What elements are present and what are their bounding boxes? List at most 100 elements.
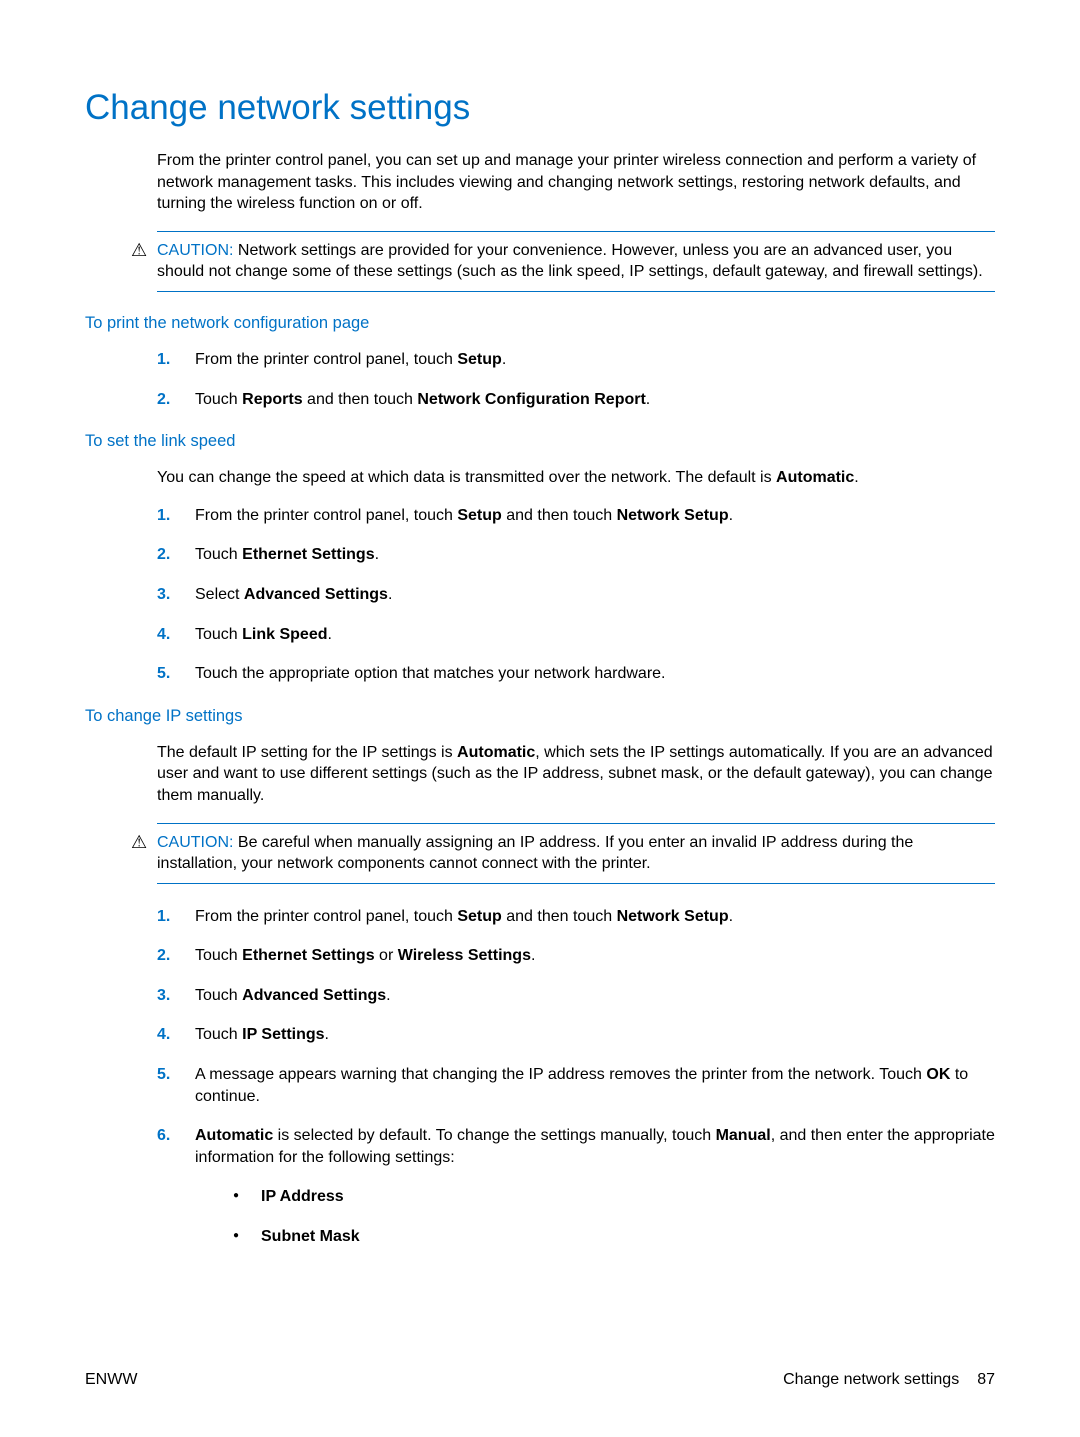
footer-section-name: Change network settings — [783, 1371, 959, 1389]
steps-list-2: 1. From the printer control panel, touch… — [157, 505, 995, 685]
caution-label: CAUTION: — [157, 242, 233, 259]
step-bold: Manual — [716, 1127, 771, 1144]
steps-list-3: 1. From the printer control panel, touch… — [157, 906, 995, 1248]
sub-item-text: IP Address — [261, 1188, 344, 1205]
list-item: 2. Touch Ethernet Settings or Wireless S… — [157, 945, 995, 967]
text: You can change the speed at which data i… — [157, 469, 776, 486]
step-number: 5. — [157, 663, 170, 685]
step-text: or — [375, 947, 398, 964]
step-text: . — [325, 1026, 329, 1043]
step-text: . — [531, 947, 535, 964]
page-footer: ENWW Change network settings 87 — [85, 1371, 995, 1389]
step-number: 1. — [157, 906, 170, 928]
footer-page-number: 87 — [977, 1371, 995, 1389]
section-heading-3: To change IP settings — [85, 707, 995, 726]
step-number: 6. — [157, 1125, 170, 1147]
sub-list-item: IP Address — [233, 1186, 995, 1208]
sub-item-text: Subnet Mask — [261, 1228, 360, 1245]
step-bold: IP Settings — [242, 1026, 324, 1043]
step-bold: Ethernet Settings — [242, 947, 374, 964]
list-item: 2. Touch Ethernet Settings. — [157, 544, 995, 566]
page-title: Change network settings — [85, 88, 995, 128]
list-item: 1. From the printer control panel, touch… — [157, 349, 995, 371]
list-item: 4. Touch Link Speed. — [157, 624, 995, 646]
footer-right: Change network settings 87 — [783, 1371, 995, 1389]
step-bold: Reports — [242, 391, 302, 408]
list-item: 4. Touch IP Settings. — [157, 1024, 995, 1046]
step-text: A message appears warning that changing … — [195, 1066, 926, 1083]
sub-list: IP Address Subnet Mask — [233, 1186, 995, 1247]
step-bold: Wireless Settings — [398, 947, 531, 964]
text: The default IP setting for the IP settin… — [157, 744, 457, 761]
step-text: . — [729, 507, 733, 524]
step-bold: OK — [926, 1066, 950, 1083]
warning-icon: ⚠ — [131, 238, 147, 262]
warning-icon: ⚠ — [131, 830, 147, 854]
list-item: 5. A message appears warning that changi… — [157, 1064, 995, 1107]
step-bold: Setup — [457, 351, 501, 368]
step-text: Touch — [195, 987, 242, 1004]
step-bold: Automatic — [195, 1127, 273, 1144]
step-text: . — [388, 586, 392, 603]
step-text: . — [502, 351, 506, 368]
caution-text: Be careful when manually assigning an IP… — [157, 834, 913, 873]
step-number: 5. — [157, 1064, 170, 1086]
text-bold: Automatic — [776, 469, 854, 486]
caution-box-2: ⚠ CAUTION: Be careful when manually assi… — [157, 823, 995, 884]
body-paragraph: You can change the speed at which data i… — [157, 467, 995, 489]
step-text: and then touch — [502, 908, 617, 925]
step-text: Touch the appropriate option that matche… — [195, 665, 666, 682]
list-item: 3. Select Advanced Settings. — [157, 584, 995, 606]
step-text: Touch — [195, 391, 242, 408]
step-number: 2. — [157, 945, 170, 967]
step-bold: Setup — [457, 908, 501, 925]
step-number: 1. — [157, 505, 170, 527]
step-text: Select — [195, 586, 244, 603]
step-number: 2. — [157, 389, 170, 411]
document-page: Change network settings From the printer… — [0, 0, 1080, 1437]
step-text: From the printer control panel, touch — [195, 908, 457, 925]
list-item: 3. Touch Advanced Settings. — [157, 985, 995, 1007]
sub-list-item: Subnet Mask — [233, 1226, 995, 1248]
step-number: 4. — [157, 1024, 170, 1046]
step-number: 3. — [157, 584, 170, 606]
step-text: Touch — [195, 947, 242, 964]
body-paragraph: The default IP setting for the IP settin… — [157, 742, 995, 807]
step-number: 3. — [157, 985, 170, 1007]
footer-left: ENWW — [85, 1371, 137, 1389]
step-text: Touch — [195, 626, 242, 643]
step-text: Touch — [195, 546, 242, 563]
step-text: . — [375, 546, 379, 563]
step-text: . — [386, 987, 390, 1004]
step-bold: Network Setup — [617, 507, 729, 524]
intro-paragraph: From the printer control panel, you can … — [157, 150, 995, 215]
step-number: 1. — [157, 349, 170, 371]
step-text: is selected by default. To change the se… — [273, 1127, 715, 1144]
steps-list-1: 1. From the printer control panel, touch… — [157, 349, 995, 410]
caution-label: CAUTION: — [157, 834, 233, 851]
step-bold: Network Setup — [617, 908, 729, 925]
text: . — [854, 469, 858, 486]
list-item: 2. Touch Reports and then touch Network … — [157, 389, 995, 411]
step-text: . — [646, 391, 650, 408]
step-bold: Ethernet Settings — [242, 546, 374, 563]
caution-text: Network settings are provided for your c… — [157, 242, 983, 281]
step-text: Touch — [195, 1026, 242, 1043]
step-number: 2. — [157, 544, 170, 566]
step-bold: Setup — [457, 507, 501, 524]
step-text: From the printer control panel, touch — [195, 507, 457, 524]
step-number: 4. — [157, 624, 170, 646]
step-bold: Network Configuration Report — [417, 391, 645, 408]
list-item: 6. Automatic is selected by default. To … — [157, 1125, 995, 1247]
step-bold: Link Speed — [242, 626, 327, 643]
step-text: From the printer control panel, touch — [195, 351, 457, 368]
step-text: and then touch — [303, 391, 418, 408]
list-item: 1. From the printer control panel, touch… — [157, 505, 995, 527]
step-text: and then touch — [502, 507, 617, 524]
list-item: 5. Touch the appropriate option that mat… — [157, 663, 995, 685]
step-bold: Advanced Settings — [242, 987, 386, 1004]
list-item: 1. From the printer control panel, touch… — [157, 906, 995, 928]
step-text: . — [729, 908, 733, 925]
step-text: . — [328, 626, 332, 643]
section-heading-2: To set the link speed — [85, 432, 995, 451]
